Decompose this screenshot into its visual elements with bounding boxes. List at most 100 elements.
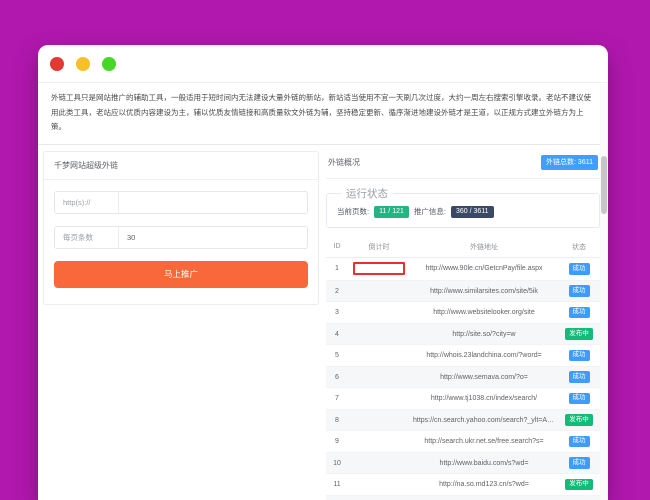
cell-status: 成功 — [558, 387, 600, 410]
url-field-row: http(s):// — [54, 190, 308, 214]
link-table: ID 倒计时 外链地址 状态 1 http://www.90le.cn/Getcn… — [326, 236, 600, 500]
table-row: 12 http://search.jpu.cn/tool.asp?keyword=… — [326, 495, 600, 500]
cell-link-url: http://na.so.md123.cn/s?wd= — [410, 473, 558, 496]
cell-link-url: http://search.jpu.cn/tool.asp?keyword= — [410, 495, 558, 500]
form-panel-body: http(s):// 每页条数 马上推广 — [44, 180, 318, 304]
status-badge: 发布中 — [565, 328, 593, 340]
cell-status: 发布中 — [558, 323, 600, 346]
cell-id: 7 — [326, 387, 348, 410]
status-badge: 成功 — [568, 371, 590, 383]
main-content: 千梦网站超级外链 http(s):// 每页条数 马上推广 外链概况 — [38, 145, 608, 500]
start-promotion-button[interactable]: 马上推广 — [54, 260, 308, 288]
active-countdown-box — [353, 262, 405, 276]
cell-countdown — [348, 495, 410, 500]
window-close-dot-icon — [50, 56, 64, 71]
cell-countdown — [348, 409, 410, 432]
cell-countdown — [348, 387, 410, 410]
header-countdown: 倒计时 — [348, 236, 410, 258]
cell-link-url: http://www.similarsites.com/site/5ik — [410, 280, 558, 303]
link-status-panel: 外链概况 外链总数: 3611 运行状态 当前页数: 11 / 121 推广信息… — [326, 151, 600, 500]
cell-id: 2 — [326, 280, 348, 303]
current-page-badge: 11 / 121 — [374, 205, 409, 218]
per-page-count-input[interactable] — [119, 226, 307, 248]
status-badge: 成功 — [568, 392, 590, 405]
tool-notice-text: 外链工具只是网站推广的辅助工具，一般适用于短时间内无法建设大量外链的新站，新站适… — [38, 83, 608, 145]
promotion-info-label: 推广信息: — [413, 207, 446, 217]
cell-link-url: http://www.tj1038.cn/index/search/ — [410, 387, 558, 410]
table-row: 4 http://site.so/?city=w 发布中 — [326, 323, 600, 346]
current-page-label: 当前页数: — [337, 207, 370, 217]
table-row: 8 https://cn.search.yahoo.com/search?_ylt… — [326, 409, 600, 432]
url-field-label: http(s):// — [55, 191, 119, 213]
status-badge: 成功 — [568, 435, 590, 448]
promotion-info-badge: 360 / 3611 — [450, 205, 494, 218]
table-row: 7 http://www.tj1038.cn/index/search/成功 — [326, 387, 600, 410]
table-row: 11 http://na.so.md123.cn/s?wd= 发布中 — [326, 473, 600, 496]
cell-countdown — [348, 301, 410, 324]
count-field-row: 每页条数 — [54, 225, 308, 249]
cell-link-url: http://www.baidu.com/s?wd= — [410, 452, 558, 475]
table-row: 10 http://www.baidu.com/s?wd= 成功 — [326, 452, 600, 475]
cell-id: 6 — [326, 366, 348, 389]
window-titlebar — [38, 45, 608, 83]
cell-status: 成功 — [558, 257, 600, 281]
browser-card: 外链工具只是网站推广的辅助工具，一般适用于短时间内无法建设大量外链的新站，新站适… — [38, 45, 608, 500]
cell-countdown — [348, 257, 410, 281]
cell-countdown — [348, 366, 410, 389]
cell-countdown — [348, 323, 410, 346]
status-badge: 成功 — [568, 457, 590, 469]
cell-id: 4 — [326, 323, 348, 346]
cell-id: 9 — [326, 430, 348, 453]
cell-status: 发布中 — [558, 473, 600, 496]
header-id: ID — [326, 236, 348, 258]
cell-status: 成功 — [558, 452, 600, 475]
cell-countdown — [348, 473, 410, 496]
cell-id: 10 — [326, 452, 348, 475]
page-background: 外链工具只是网站推广的辅助工具，一般适用于短时间内无法建设大量外链的新站，新站适… — [0, 0, 650, 500]
status-badge: 成功 — [568, 349, 590, 362]
cell-countdown — [348, 430, 410, 453]
cell-id: 1 — [326, 257, 348, 281]
status-badge: 发布中 — [565, 414, 593, 426]
cell-status: 成功 — [558, 366, 600, 389]
table-row: 6 http://www.semava.com/?o= 成功 — [326, 366, 600, 389]
status-panel-header: 外链概况 外链总数: 3611 — [326, 151, 600, 179]
run-status-line: 当前页数: 11 / 121 推广信息: 360 / 3611 — [337, 205, 589, 218]
cell-link-url: https://cn.search.yahoo.com/search?_ylt=… — [410, 409, 558, 432]
cell-link-url: http://whois.23landchina.com/?word= — [410, 344, 558, 367]
window-maximize-dot-icon — [102, 56, 116, 71]
header-status: 状态 — [558, 236, 600, 258]
cell-link-url: http://search.ukr.net.se/free.search?s= — [410, 430, 558, 453]
url-input[interactable] — [119, 191, 307, 213]
cell-countdown — [348, 280, 410, 303]
header-link-url: 外链地址 — [410, 236, 558, 258]
window-minimize-dot-icon — [76, 56, 90, 71]
cell-link-url: http://site.so/?city=w — [410, 323, 558, 346]
table-row: 1 http://www.90le.cn/GetcnPay/file.aspx 成功 — [326, 257, 600, 281]
link-table-body: 1 http://www.90le.cn/GetcnPay/file.aspx 成功… — [326, 257, 600, 500]
cell-id: 8 — [326, 409, 348, 432]
status-badge: 成功 — [568, 263, 590, 275]
table-row: 3 http://www.websitelooker.org/site 成功 — [326, 301, 600, 324]
count-field-label: 每页条数 — [55, 226, 119, 248]
table-row: 9 http://search.ukr.net.se/free.search?s=… — [326, 430, 600, 453]
cell-link-url: http://www.websitelooker.org/site — [410, 301, 558, 324]
status-badge: 发布中 — [565, 478, 593, 491]
cell-id: 3 — [326, 301, 348, 324]
link-table-header-row: ID 倒计时 外链地址 状态 — [326, 236, 600, 258]
status-badge: 成功 — [568, 285, 590, 297]
cell-id: 5 — [326, 344, 348, 367]
table-row: 2 http://www.similarsites.com/site/5ik 成功 — [326, 280, 600, 303]
total-links-badge: 外链总数: 3611 — [541, 154, 598, 170]
cell-countdown — [348, 344, 410, 367]
scrollbar-thumb[interactable] — [601, 156, 607, 214]
cell-link-url: http://www.90le.cn/GetcnPay/file.aspx — [410, 257, 558, 281]
cell-id: 11 — [326, 473, 348, 496]
card-scrollbar[interactable] — [600, 84, 608, 500]
status-panel-title: 外链概况 — [328, 157, 360, 167]
status-badge: 成功 — [568, 306, 590, 319]
cell-status: 成功 — [558, 430, 600, 453]
cell-status: 成功 — [558, 495, 600, 500]
cell-id: 12 — [326, 495, 348, 500]
cell-status: 成功 — [558, 280, 600, 303]
